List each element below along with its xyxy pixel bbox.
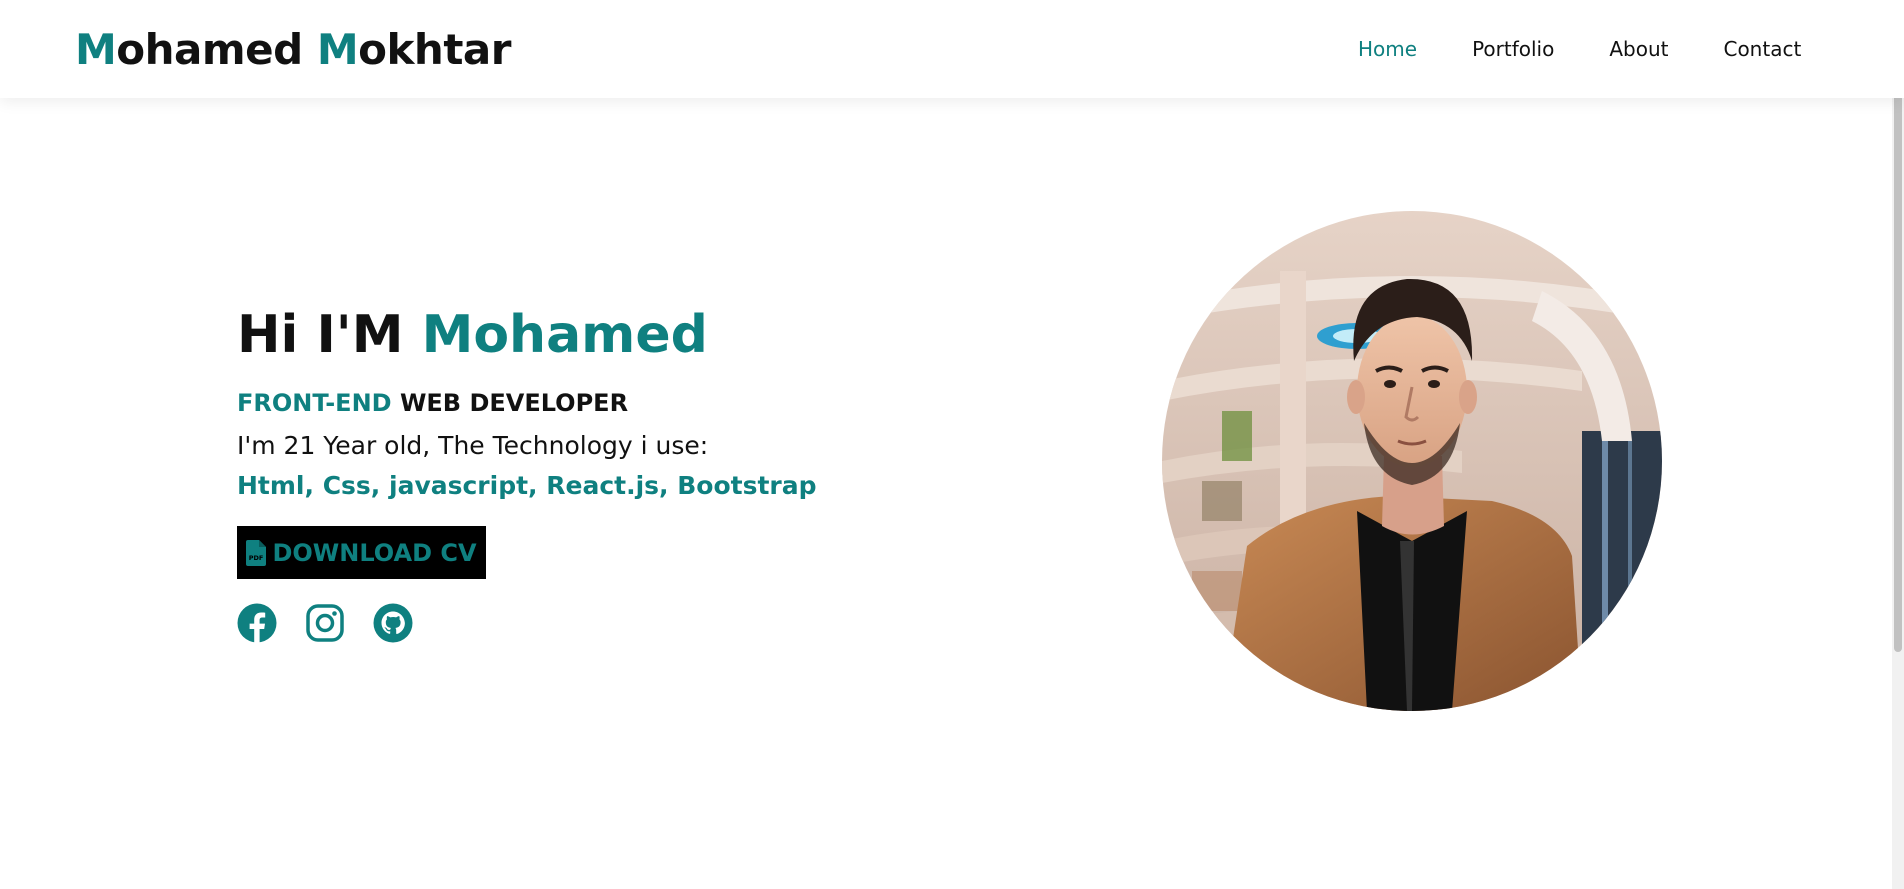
hero-name: Mohamed [421,305,708,365]
scrollbar-track[interactable] [1892,0,1904,889]
profile-photo [1162,211,1662,711]
nav-home[interactable]: Home [1358,36,1417,62]
main-nav: Home Portfolio About Contact [1358,36,1856,62]
instagram-icon[interactable] [305,603,345,643]
hero-heading: Hi I'M Mohamed [237,302,708,368]
file-pdf-icon: PDF [246,539,267,566]
scrollbar-thumb[interactable] [1894,2,1902,652]
nav-about[interactable]: About [1609,36,1668,62]
social-links [237,603,441,643]
facebook-icon[interactable] [237,603,277,643]
logo-last-initial: M [316,25,359,74]
tech-stack: Html, Css, javascript, React.js, Bootstr… [237,471,817,500]
logo-first-initial: M [75,25,117,74]
hero-greeting: Hi I'M [237,305,404,365]
role-rest: WEB DEVELOPER [399,389,629,417]
download-cv-label: DOWNLOAD CV [272,538,477,567]
profile-photo-illustration [1162,211,1662,711]
nav-portfolio[interactable]: Portfolio [1472,36,1554,62]
site-logo[interactable]: Mohamed Mokhtar [75,24,511,76]
github-icon[interactable] [373,603,413,643]
navbar: Mohamed Mokhtar Home Portfolio About Con… [0,0,1904,98]
role-accent: FRONT-END [237,389,392,417]
hero-about: I'm 21 Year old, The Technology i use: [237,431,709,460]
nav-contact[interactable]: Contact [1723,36,1801,62]
logo-first-rest: ohamed [116,25,303,74]
download-cv-button[interactable]: PDF DOWNLOAD CV [237,526,486,579]
logo-last-rest: okhtar [358,25,511,74]
svg-text:PDF: PDF [249,554,264,562]
hero-role: FRONT-END WEB DEVELOPER [237,388,628,418]
